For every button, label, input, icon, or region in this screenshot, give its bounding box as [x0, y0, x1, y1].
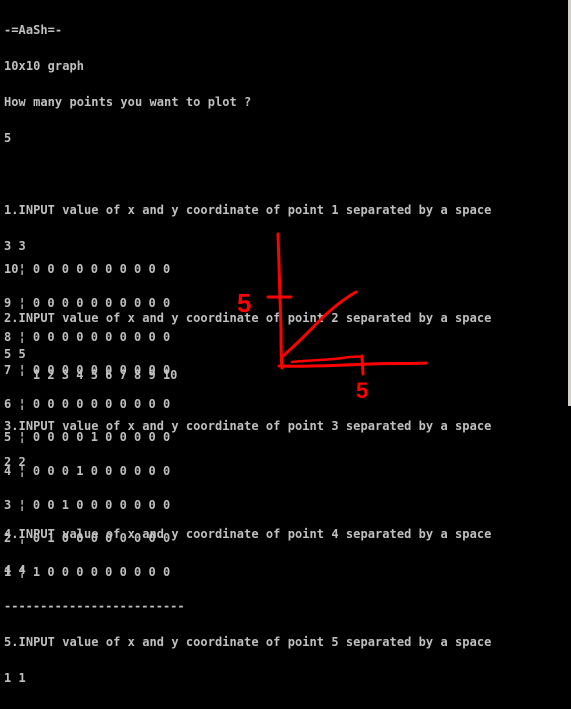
- console-line: 1.INPUT value of x and y coordinate of p…: [4, 203, 492, 217]
- console-line: 1 1: [4, 671, 26, 685]
- graph-baseline: -------------------------: [4, 598, 185, 613]
- console-window: -=AaSh=- 10x10 graph How many points you…: [0, 0, 571, 684]
- graph-row: 2 ¦ 0 1 0 0 0 0 0 0 0 0: [4, 531, 171, 546]
- console-line: -=AaSh=-: [4, 23, 63, 37]
- console-line: How many points you want to plot ?: [4, 95, 252, 109]
- graph-row: 4 ¦ 0 0 0 1 0 0 0 0 0 0: [4, 464, 171, 479]
- graph-row: 10¦ 0 0 0 0 0 0 0 0 0 0: [4, 262, 171, 277]
- console-line: 10x10 graph: [4, 59, 85, 73]
- graph-row: 5 ¦ 0 0 0 0 1 0 0 0 0 0: [4, 430, 171, 445]
- graph-row: 1 ¦ 1 0 0 0 0 0 0 0 0 0: [4, 564, 171, 579]
- ascii-graph: 10¦ 0 0 0 0 0 0 0 0 0 0 9 ¦ 0 0 0 0 0 0 …: [4, 242, 185, 634]
- graph-row: 8 ¦ 0 0 0 0 0 0 0 0 0 0: [4, 329, 171, 344]
- graph-row: 6 ¦ 0 0 0 0 0 0 0 0 0 0: [4, 396, 171, 411]
- console-line: 5: [4, 131, 12, 145]
- graph-row: 3 ¦ 0 0 1 0 0 0 0 0 0 0: [4, 497, 171, 512]
- graph-x-axis-labels: 1 2 3 4 5 6 7 8 9 10: [4, 368, 178, 382]
- graph-row: 9 ¦ 0 0 0 0 0 0 0 0 0 0: [4, 296, 171, 311]
- console-line: 5.INPUT value of x and y coordinate of p…: [4, 635, 492, 649]
